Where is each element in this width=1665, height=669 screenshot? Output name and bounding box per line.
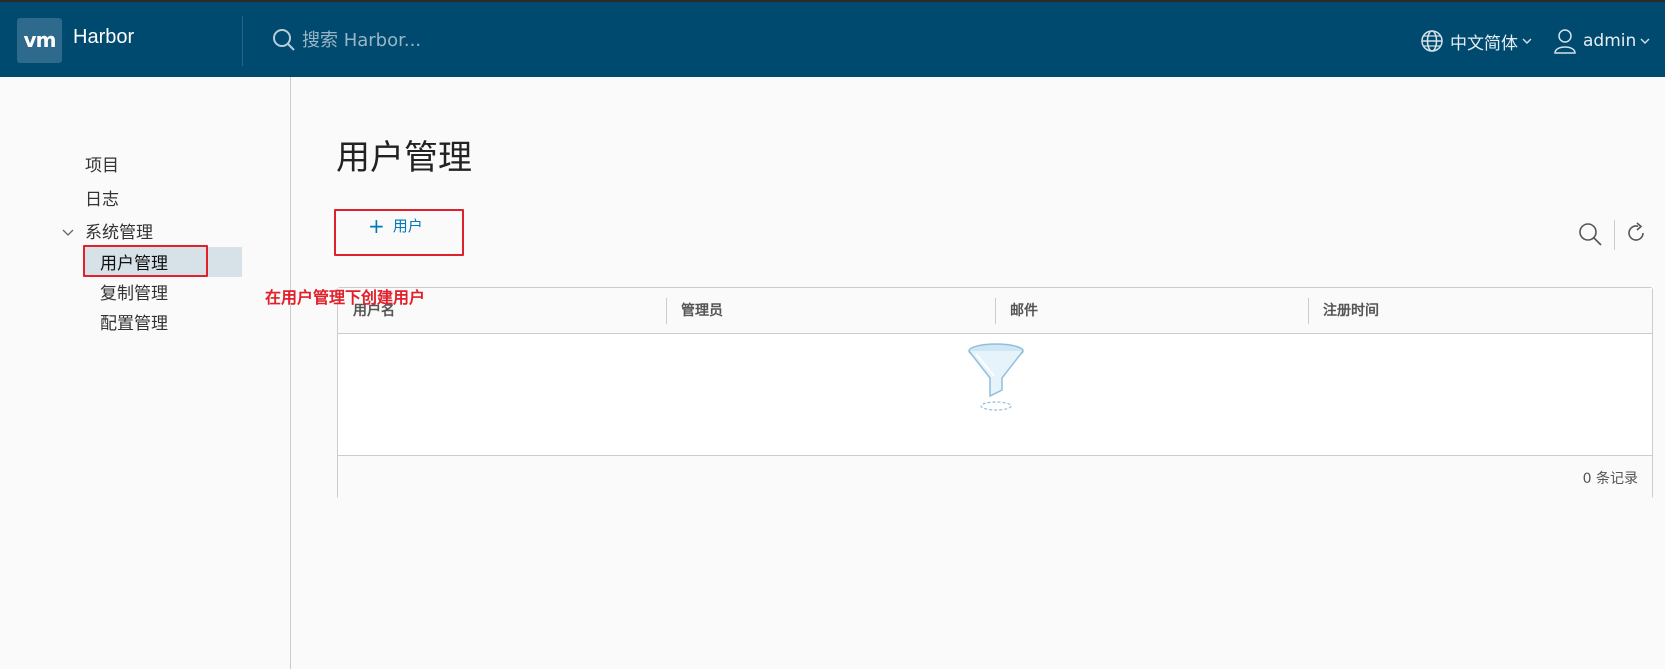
toolbar-divider (1614, 220, 1615, 250)
user-menu-dropdown[interactable]: admin (1553, 26, 1650, 56)
chevron-down-icon (1522, 38, 1532, 44)
add-user-button[interactable]: + 用户 (368, 215, 423, 236)
empty-filter-icon (968, 343, 1024, 411)
table-search-icon[interactable] (1577, 221, 1603, 247)
sidebar-group-admin[interactable]: 系统管理 (85, 218, 153, 243)
datagrid-footer: 0 条记录 (338, 455, 1652, 499)
language-label: 中文简体 (1450, 33, 1518, 54)
user-icon (1554, 29, 1576, 54)
top-header: vm Harbor 中文简体 admin (0, 0, 1665, 77)
chevron-down-icon (1640, 38, 1650, 44)
datagrid-header: 用户名 管理员 邮件 注册时间 (338, 288, 1652, 334)
global-search-input[interactable] (300, 22, 600, 58)
language-dropdown[interactable]: 中文简体 (1420, 26, 1538, 56)
chevron-down-icon[interactable] (62, 227, 74, 239)
sidebar-item-configuration-management[interactable]: 配置管理 (100, 309, 168, 334)
app-title[interactable]: Harbor (73, 26, 134, 49)
username-label: admin (1583, 31, 1637, 51)
record-count: 0 条记录 (1582, 471, 1638, 487)
sidebar-item-logs[interactable]: 日志 (85, 185, 119, 210)
page-title: 用户管理 (336, 138, 472, 178)
datagrid-body (338, 334, 1652, 455)
plus-icon: + (368, 213, 385, 238)
refresh-icon[interactable] (1624, 221, 1648, 245)
annotation-highlight-box (83, 245, 208, 277)
search-icon (273, 29, 295, 51)
annotation-text: 在用户管理下创建用户 (265, 288, 426, 307)
header-divider (242, 16, 243, 66)
sidebar-item-replication-management[interactable]: 复制管理 (100, 279, 168, 304)
globe-icon (1421, 30, 1443, 52)
vmware-logo[interactable]: vm (17, 18, 62, 63)
column-header-admin[interactable]: 管理员 (666, 288, 723, 334)
sidebar-nav: 项目 日志 系统管理 用户管理 复制管理 配置管理 (0, 77, 291, 669)
users-datagrid: 用户名 管理员 邮件 注册时间 0 条记录 (337, 287, 1653, 499)
column-header-email[interactable]: 邮件 (995, 288, 1038, 334)
column-header-registration-time[interactable]: 注册时间 (1308, 288, 1379, 334)
add-user-label: 用户 (392, 217, 423, 235)
sidebar-item-projects[interactable]: 项目 (85, 151, 119, 176)
